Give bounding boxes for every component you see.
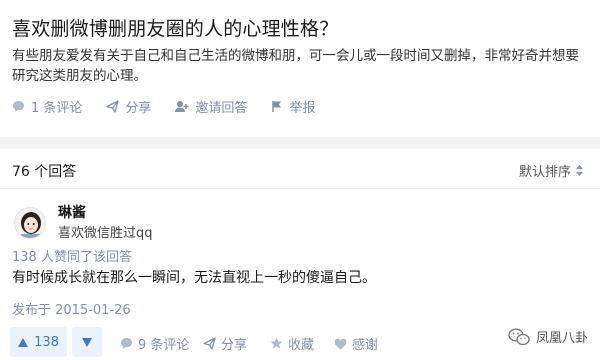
answer-share-button[interactable]: 分享 <box>203 334 247 353</box>
question-title[interactable]: 喜欢删微博删朋友圈的人的心理性格？ <box>12 14 338 41</box>
question-description: 有些朋友爱发有关于自己和自己生活的微博和朋，可一会儿或一段时间又删掉，非常好奇并… <box>12 48 579 84</box>
avatar-illustration-icon <box>15 208 45 238</box>
sort-dropdown[interactable]: 默认排序 <box>519 161 584 180</box>
answer-share-label: 分享 <box>221 338 248 353</box>
question-comments-button[interactable]: 1 条评论 <box>12 97 82 116</box>
answer-favorite-button[interactable]: 收藏 <box>270 334 314 353</box>
sort-label: 默认排序 <box>518 165 571 180</box>
triangle-down-icon <box>82 337 92 347</box>
question-comments-label: 1 条评论 <box>31 101 83 116</box>
watermark: 凤凰八卦 <box>508 327 588 346</box>
answer-thanks-button[interactable]: 感谢 <box>334 334 378 353</box>
sort-arrows-icon <box>576 165 583 176</box>
upvote-button[interactable]: 138 <box>10 327 67 357</box>
comment-bubble-icon <box>121 338 132 349</box>
section-divider <box>0 137 600 149</box>
question-report-button[interactable]: 举报 <box>271 97 315 116</box>
avatar[interactable] <box>14 207 46 239</box>
share-plane-icon <box>203 337 216 350</box>
invite-user-icon <box>175 101 189 112</box>
downvote-button[interactable] <box>72 327 102 357</box>
answer-text: 有时候成长就在那么一瞬间，无法直视上一秒的傻逼自己。 <box>12 270 376 286</box>
answers-count: 76 个回答 <box>12 164 77 180</box>
question-share-button[interactable]: 分享 <box>106 97 151 116</box>
author-name[interactable]: 琳酱 <box>58 202 86 222</box>
triangle-up-icon <box>18 337 29 347</box>
comment-bubble-icon <box>13 101 24 112</box>
question-invite-label: 邀请回答 <box>195 101 248 116</box>
answer-thanks-label: 感谢 <box>352 338 379 353</box>
answer-favorite-label: 收藏 <box>288 338 315 353</box>
upvote-count: 138 <box>34 334 59 350</box>
wechat-logo-icon <box>508 328 530 345</box>
share-plane-icon <box>106 100 120 113</box>
publish-date[interactable]: 发布于 2015-01-26 <box>12 299 131 318</box>
question-card: 喜欢删微博删朋友圈的人的心理性格？ 有些朋友爱发有关于自己和自己生活的微博和朋，… <box>0 0 600 137</box>
author-bio: 喜欢微信胜过qq <box>58 226 153 241</box>
vote-info: 138 人赞同了该回答 <box>12 250 132 265</box>
watermark-text: 凤凰八卦 <box>535 331 588 346</box>
answer-comments-label: 9 条评论 <box>138 338 190 353</box>
question-report-label: 举报 <box>289 101 316 116</box>
question-actions: 1 条评论 分享 邀请回答 举报 <box>12 97 339 116</box>
heart-icon <box>334 338 347 349</box>
question-invite-button[interactable]: 邀请回答 <box>175 97 247 116</box>
flag-icon <box>272 101 282 112</box>
answers-header: 76 个回答 默认排序 <box>0 149 600 189</box>
answer-comments-button[interactable]: 9 条评论 <box>120 334 189 353</box>
question-share-label: 分享 <box>125 101 152 116</box>
star-icon <box>270 337 283 349</box>
